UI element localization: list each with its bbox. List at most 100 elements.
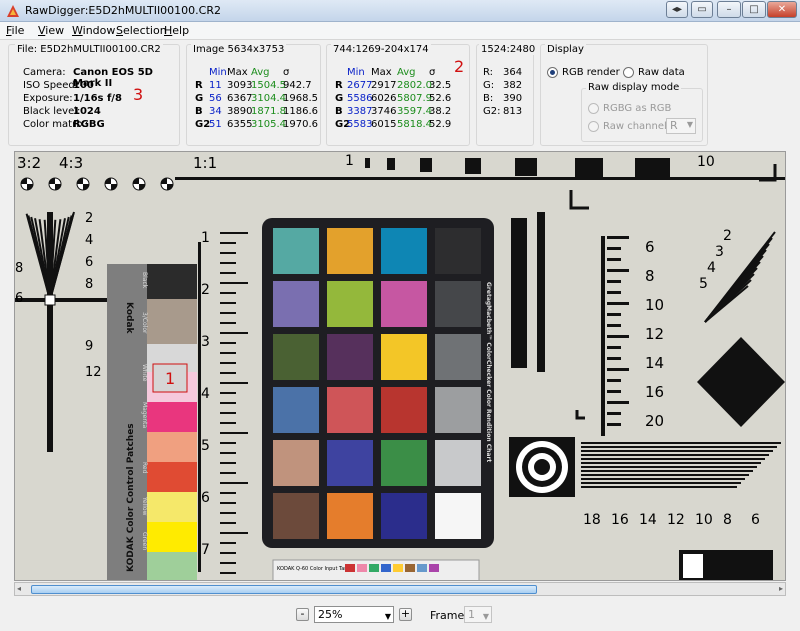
selection-stats-min-cell: 3387 — [347, 106, 373, 117]
minimize-button[interactable]: – — [717, 1, 741, 18]
bottom-number: 18 — [583, 512, 601, 528]
scroll-left-icon[interactable]: ◂ — [17, 584, 21, 593]
frequency-line — [581, 458, 765, 460]
colorchecker-patch — [381, 493, 427, 539]
zoom-in-button[interactable]: + — [399, 608, 412, 621]
bottom-number: 14 — [639, 512, 657, 528]
left-number-low: 9 — [85, 339, 93, 354]
colorchecker-patch — [381, 387, 427, 433]
image-stats-sd-cell: 942.7 — [283, 80, 312, 91]
image-stats-avg-cell: 3105.4 — [251, 119, 286, 130]
left-bar-horizontal — [15, 298, 110, 302]
selection-stats-min-cell: 5583 — [347, 119, 373, 130]
ruler-bar — [387, 158, 395, 170]
frequency-line — [581, 450, 773, 452]
ruler-tick — [220, 442, 236, 444]
zoom-value: 25% — [318, 608, 343, 621]
kodak-patch-label: White — [141, 364, 148, 382]
right-number: 16 — [645, 383, 664, 401]
raw-data-radio[interactable] — [623, 67, 634, 78]
bottom-number: 16 — [611, 512, 629, 528]
kodak-q-patch — [357, 564, 367, 572]
right-number: 8 — [645, 267, 655, 285]
image-stats-avg-cell: 1504.5 — [251, 80, 286, 91]
frequency-line — [581, 454, 769, 456]
kodak-q-patch — [381, 564, 391, 572]
menu-help[interactable]: Help — [164, 24, 189, 37]
selection-stats-avg-cell: 3597.4 — [397, 106, 432, 117]
corner-label-white — [683, 554, 703, 578]
black-level-value: 1024 — [73, 106, 101, 117]
right-number: 14 — [645, 354, 664, 372]
raw-channels-radio[interactable] — [588, 121, 599, 132]
exposure-label: Exposure: — [23, 93, 73, 104]
kodak-patch — [147, 299, 197, 344]
colorchecker-patch — [327, 493, 373, 539]
iso-value: 100 — [73, 80, 94, 91]
image-stats-min-cell: 11 — [209, 80, 222, 91]
right-ruler-tick — [607, 390, 621, 393]
right-ruler-tick — [607, 302, 629, 305]
image-stats-avg-cell: 3104.4 — [251, 93, 286, 104]
selection-stats-header-3: σ — [429, 67, 436, 78]
rgb-render-radio[interactable] — [547, 67, 558, 78]
selection-stats-header-1: Max — [371, 67, 392, 78]
colorchecker-patch — [273, 334, 319, 380]
rgb-render-label[interactable]: RGB render — [562, 67, 620, 78]
menu-selection[interactable]: Selection — [116, 24, 167, 37]
ruler-tick — [220, 512, 236, 514]
ruler-bar — [465, 158, 481, 174]
frequency-line — [581, 462, 761, 464]
ruler-tick — [220, 282, 248, 284]
rgbg-as-rgb-label[interactable]: RGBG as RGB — [603, 103, 671, 114]
ruler-tick — [220, 392, 236, 394]
test-chart-image: 1 103:2 4:3 1:124689128612345671KODAK Color… — [15, 152, 785, 580]
colorchecker-patch — [273, 440, 319, 486]
right-ruler-tick — [607, 313, 621, 316]
right-ruler-tick — [607, 335, 629, 338]
image-canvas[interactable]: 1 10 3:2 4:3 1:1 2 4 6 8 9 12 8 6 1 2 3 4 5 6 7 1 KODAK Color… — [14, 151, 786, 581]
zoom-select[interactable]: 25% ▼ — [314, 606, 394, 623]
horizontal-scrollbar[interactable]: ◂ ▸ — [14, 582, 786, 596]
chevron-down-icon: ▼ — [482, 612, 489, 621]
raw-channels-label[interactable]: Raw channels — [603, 121, 672, 132]
menu-view[interactable]: View — [38, 24, 64, 37]
menu-window[interactable]: Window — [72, 24, 115, 37]
menu-file[interactable]: File — [6, 24, 24, 37]
selection-stats-header-2: Avg — [397, 67, 416, 78]
maximize-button[interactable]: □ — [742, 1, 766, 18]
colorchecker-patch — [435, 334, 481, 380]
pixel-g2-value: 813 — [503, 106, 523, 117]
ruler-tick — [220, 562, 236, 564]
frame-select[interactable]: 1 ▼ — [464, 606, 492, 623]
image-stats-min-cell: 56 — [209, 93, 222, 104]
selection-stats-avg-cell: 2802.0 — [397, 80, 432, 91]
image-stats-header-2: Avg — [251, 67, 270, 78]
kodak-patch — [147, 522, 197, 552]
annotation-marker-2: 2 — [454, 57, 465, 76]
rgbg-as-rgb-radio[interactable] — [588, 103, 599, 114]
ruler-tick — [220, 402, 236, 404]
ruler-label-10: 10 — [697, 154, 715, 170]
image-stats-group: Image 5634x3753 Min Max Avg σ R 11 3093 1504.5 9… — [186, 44, 321, 146]
nav-icon[interactable]: ◂▸ — [666, 1, 688, 18]
right-number: 20 — [645, 412, 664, 430]
colorchecker-patch — [435, 387, 481, 433]
ruler-tick — [220, 502, 236, 504]
scrollbar-thumb[interactable] — [31, 585, 537, 594]
ruler-number: 3 — [201, 334, 210, 350]
raw-channel-select[interactable]: R ▼ — [666, 118, 696, 134]
image-stats-header-1: Max — [227, 67, 248, 78]
screen-icon[interactable]: ▭ — [691, 1, 713, 18]
raw-data-label[interactable]: Raw data — [638, 67, 685, 78]
selection-stats-header-0: Min — [347, 67, 365, 78]
ruler-tick — [220, 352, 236, 354]
file-title: File: E5D2hMULTII00100.CR2 — [15, 44, 163, 55]
chevron-down-icon: ▼ — [384, 612, 391, 621]
frequency-line — [581, 482, 741, 484]
ratio-label-3-2: 3:2 — [17, 154, 41, 172]
left-number: 2 — [85, 211, 93, 226]
close-button[interactable]: ✕ — [767, 1, 797, 18]
zoom-out-button[interactable]: - — [296, 608, 309, 621]
scroll-right-icon[interactable]: ▸ — [779, 584, 783, 593]
